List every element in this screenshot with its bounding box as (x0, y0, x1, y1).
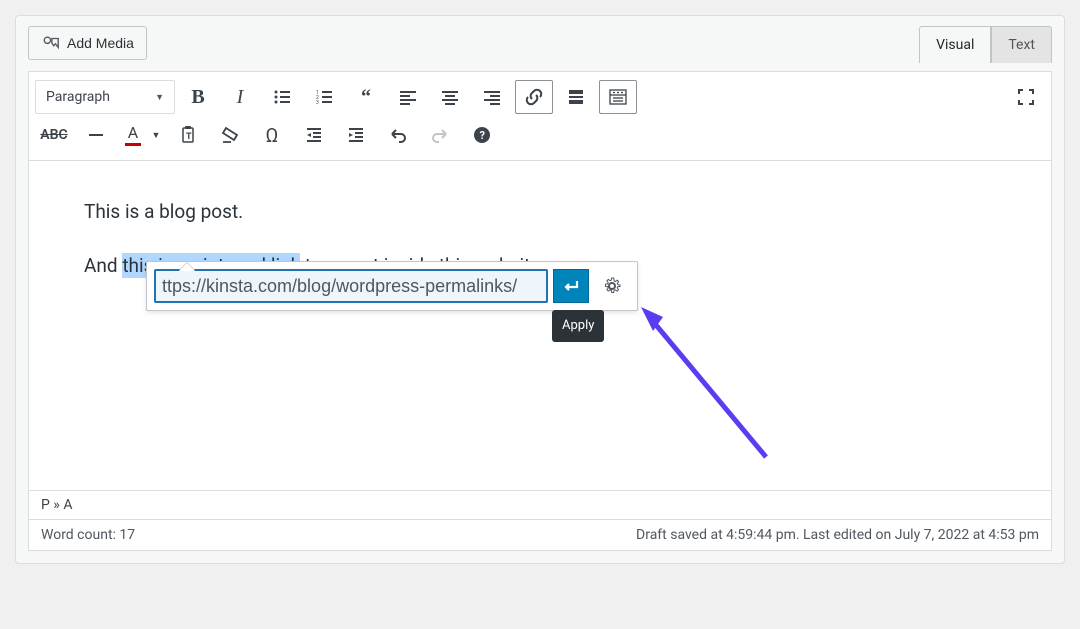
fullscreen-button[interactable] (1007, 80, 1045, 114)
add-media-button[interactable]: Add Media (28, 26, 147, 60)
toolbar-row-2: ABC A ▼ T Ω (35, 116, 1045, 154)
link-url-input[interactable] (154, 269, 548, 303)
blockquote-button[interactable]: “ (347, 80, 385, 114)
editor-container: Add Media Visual Text Paragraph B I 123 … (15, 15, 1065, 564)
tab-text[interactable]: Text (991, 26, 1052, 63)
undo-button[interactable] (379, 118, 417, 152)
text-color-button[interactable]: A ▼ (119, 118, 165, 152)
status-bar: Word count: 17 Draft saved at 4:59:44 pm… (29, 520, 1051, 550)
editor-top-bar: Add Media Visual Text (16, 16, 1064, 63)
toolbar-toggle-button[interactable] (599, 80, 637, 114)
apply-link-button[interactable]: Apply (553, 269, 589, 303)
enter-icon (561, 276, 581, 296)
strikethrough-button[interactable]: ABC (35, 118, 73, 152)
apply-tooltip: Apply (552, 310, 604, 342)
paragraph-1: This is a blog post. (84, 196, 996, 228)
bullet-list-button[interactable] (263, 80, 301, 114)
editor-footer: P » A Word count: 17 Draft saved at 4:59… (28, 491, 1052, 551)
help-button[interactable]: ? (463, 118, 501, 152)
insert-link-button[interactable] (515, 80, 553, 114)
paste-text-button[interactable]: T (169, 118, 207, 152)
bold-button[interactable]: B (179, 80, 217, 114)
align-right-button[interactable] (473, 80, 511, 114)
indent-button[interactable] (337, 118, 375, 152)
clear-formatting-button[interactable] (211, 118, 249, 152)
editor-tabs: Visual Text (919, 26, 1052, 63)
format-dropdown[interactable]: Paragraph (35, 80, 175, 114)
link-inline-toolbar: Apply (146, 261, 638, 311)
special-character-button[interactable]: Ω (253, 118, 291, 152)
tab-visual[interactable]: Visual (919, 26, 991, 63)
text-color-dropdown[interactable]: ▼ (147, 118, 165, 152)
redo-button[interactable] (421, 118, 459, 152)
svg-text:?: ? (480, 129, 486, 142)
annotation-arrow (641, 307, 781, 467)
align-center-button[interactable] (431, 80, 469, 114)
insert-more-button[interactable] (557, 80, 595, 114)
element-path[interactable]: P » A (29, 491, 1051, 520)
save-status: Draft saved at 4:59:44 pm. Last edited o… (636, 527, 1039, 543)
link-settings-button[interactable] (594, 269, 630, 303)
content-editor[interactable]: This is a blog post. And this is an inte… (28, 161, 1052, 491)
italic-button[interactable]: I (221, 80, 259, 114)
svg-text:T: T (186, 132, 192, 142)
word-count: Word count: 17 (41, 527, 135, 543)
outdent-button[interactable] (295, 118, 333, 152)
toolbar: Paragraph B I 123 “ (28, 71, 1052, 161)
media-icon (41, 34, 61, 52)
horizontal-rule-button[interactable] (77, 118, 115, 152)
toolbar-row-1: Paragraph B I 123 “ (35, 78, 1045, 116)
numbered-list-button[interactable]: 123 (305, 80, 343, 114)
svg-text:3: 3 (316, 100, 319, 106)
add-media-label: Add Media (67, 35, 134, 51)
align-left-button[interactable] (389, 80, 427, 114)
gear-icon (602, 276, 622, 296)
